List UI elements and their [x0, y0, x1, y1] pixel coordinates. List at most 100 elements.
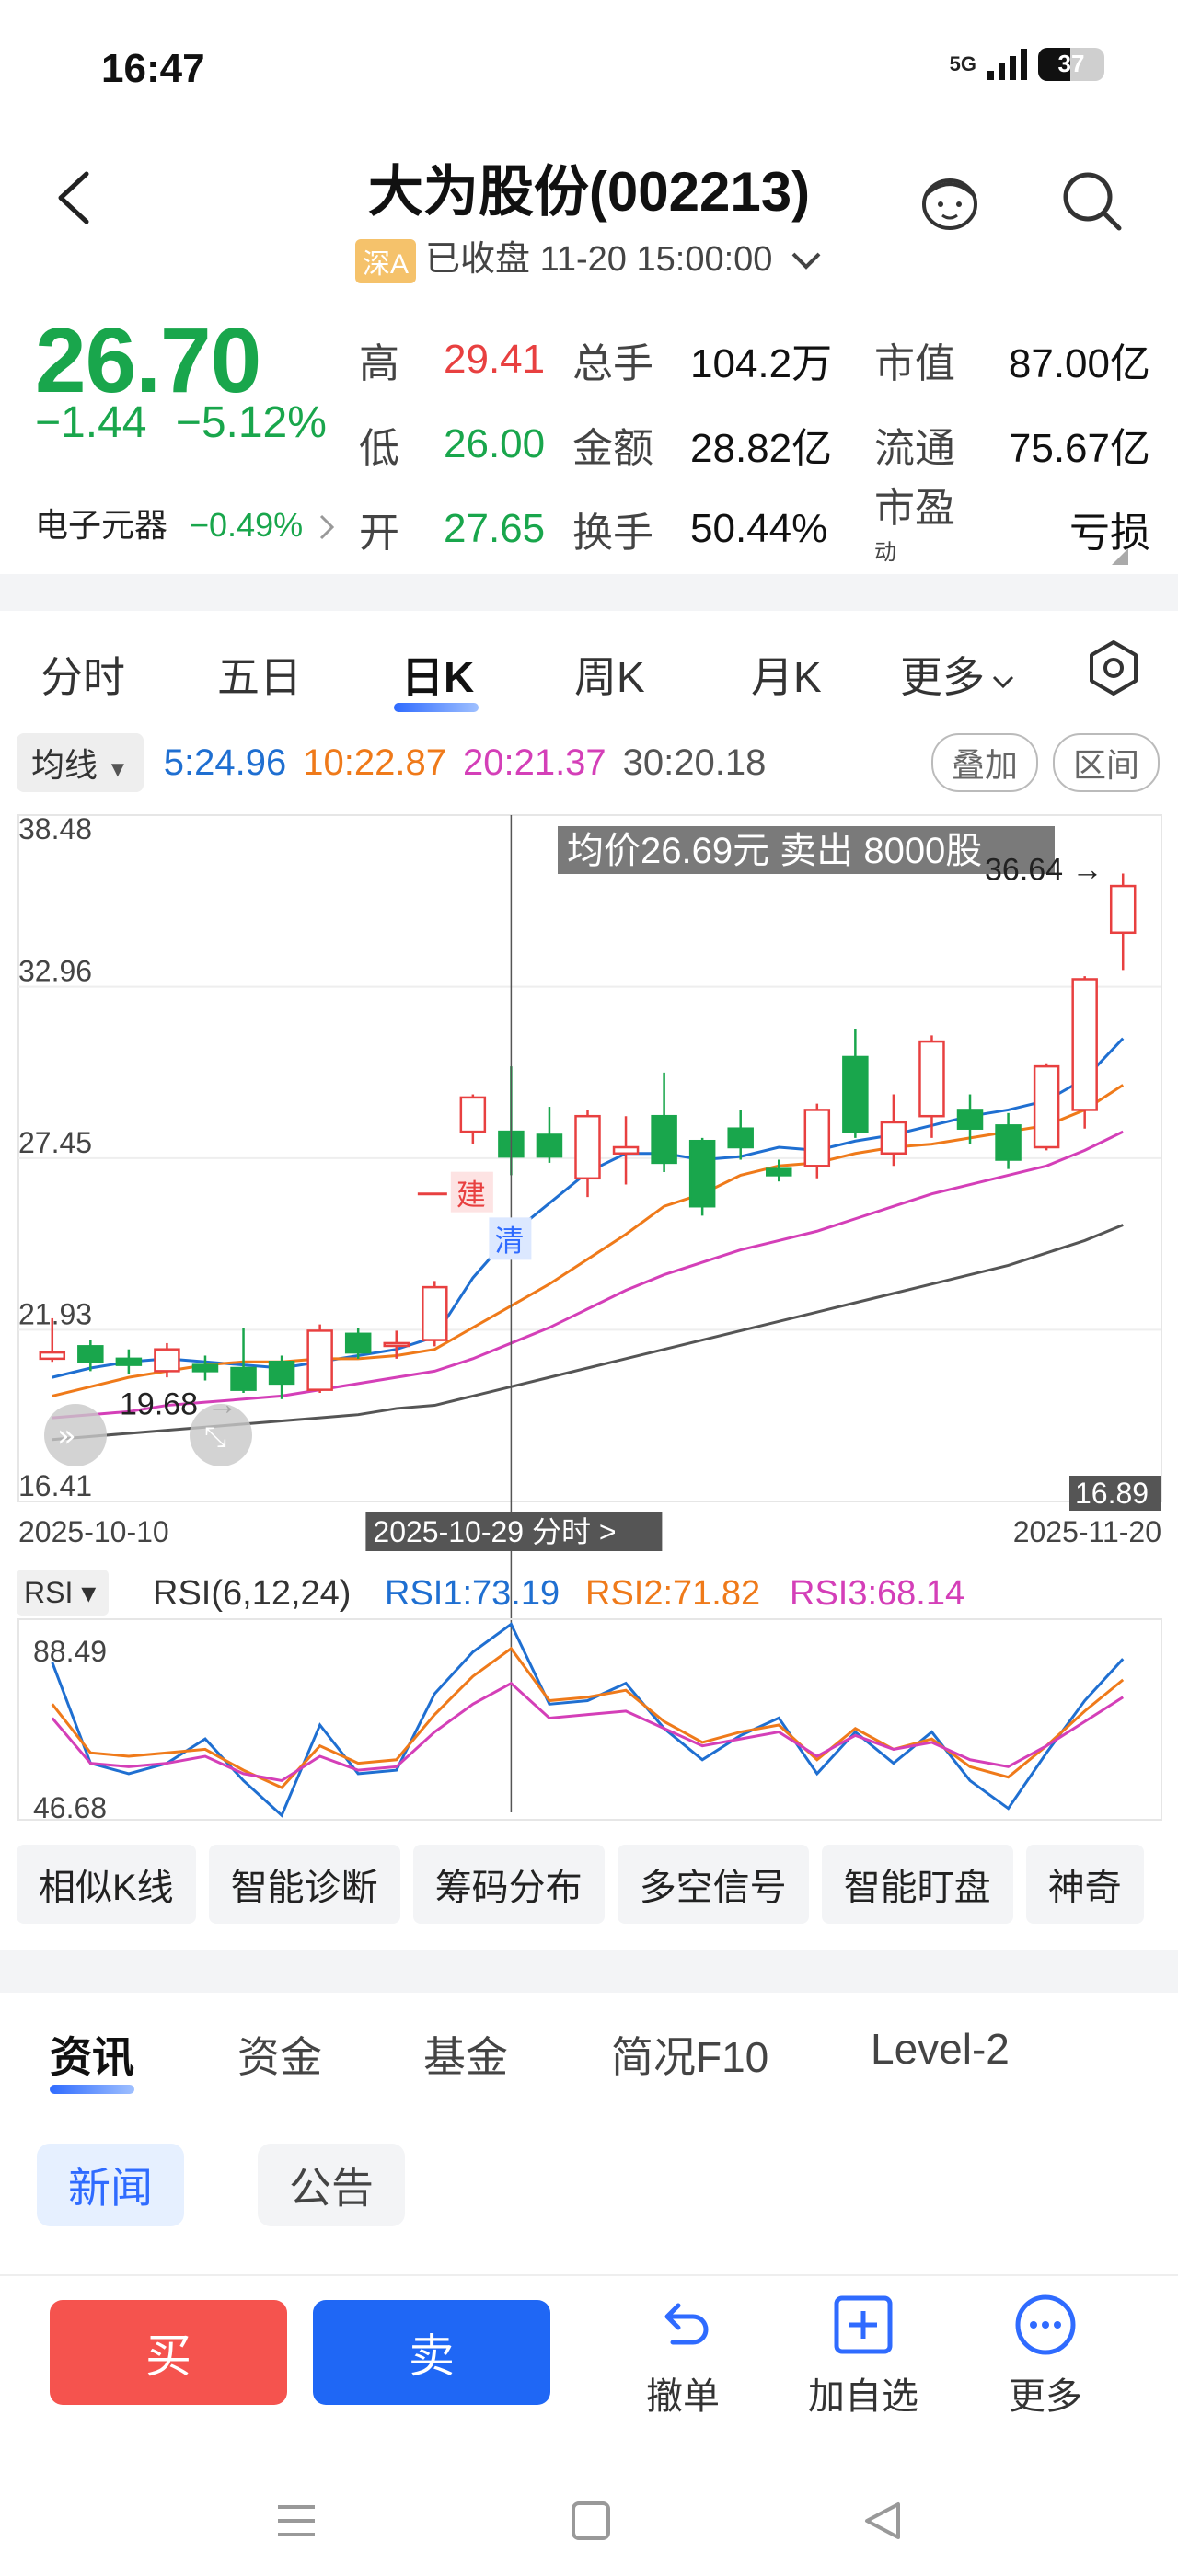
tooltip-text: 均价26.69元 卖出 8000股: [567, 831, 982, 871]
sell-button[interactable]: 卖: [313, 2300, 550, 2405]
resize-arrows-icon: ⤡: [204, 1421, 226, 1454]
home-icon[interactable]: [571, 2501, 611, 2541]
subtab-announcement[interactable]: 公告: [258, 2144, 405, 2226]
overlay-button[interactable]: 叠加: [930, 733, 1038, 792]
ma-line-MA5: [52, 1037, 1125, 1379]
rsi-frame: [17, 1618, 1162, 1821]
y-tick-label: 38.48: [18, 812, 92, 845]
double-chevron-icon: »: [57, 1418, 76, 1455]
clear-marker: 清: [494, 1223, 524, 1258]
stat-label: 市值: [874, 341, 955, 386]
add-watchlist-label: 加自选: [808, 2376, 918, 2417]
stat-label: 低: [359, 426, 399, 471]
ma5-value: 5:24.96: [163, 742, 287, 783]
divider: [0, 574, 1178, 611]
candle-body: [422, 1285, 448, 1341]
stat-value: 29.41: [444, 337, 546, 382]
assistant-icon[interactable]: [913, 164, 987, 237]
status-text: 已收盘 11-20 15:00:00: [425, 240, 773, 279]
candle-body: [383, 1341, 410, 1348]
chevron-down-icon: [992, 675, 1014, 689]
news-tabs: 资讯 资金 基金 简况F10 Level-2: [0, 1993, 1178, 2107]
stat-value: 26.00: [444, 421, 546, 466]
active-news-tab-indicator: [50, 2085, 134, 2094]
stat-value: 27.65: [444, 506, 546, 551]
build-marker: 建: [456, 1178, 486, 1213]
candle-body: [268, 1360, 295, 1386]
news-tab-0[interactable]: 资讯: [50, 2024, 134, 2085]
candle-body: [536, 1133, 563, 1158]
rsi-line-RSI2: [51, 1646, 1125, 1789]
add-watchlist-button[interactable]: 加自选: [799, 2293, 928, 2420]
quick-action-1[interactable]: 智能诊断: [208, 1845, 400, 1924]
quick-action-4[interactable]: 智能盯盘: [821, 1845, 1013, 1924]
candle-body: [115, 1357, 143, 1366]
candle-body: [842, 1055, 869, 1133]
range-button[interactable]: 区间: [1052, 733, 1160, 792]
stat-value: 75.67亿: [1008, 426, 1150, 471]
tab-0[interactable]: 分时: [40, 644, 125, 705]
search-icon[interactable]: [1055, 164, 1128, 237]
change-value: −1.44: [35, 398, 147, 447]
back-triangle-icon[interactable]: [861, 2501, 902, 2541]
divider: [0, 1950, 1178, 1993]
buy-button[interactable]: 买: [50, 2300, 287, 2405]
candle-body: [344, 1332, 372, 1354]
stat-label: 高: [359, 341, 399, 386]
tab-4[interactable]: 月K: [751, 644, 822, 705]
news-tab-2[interactable]: 基金: [423, 2024, 508, 2085]
candle-body: [574, 1114, 601, 1180]
stats-row: 开 27.65 换手 50.44% 市盈动 亏损: [359, 486, 1150, 571]
news-tab-1[interactable]: 资金: [237, 2024, 322, 2085]
stat-label: 总手: [572, 341, 653, 386]
quick-action-2[interactable]: 筹码分布: [412, 1845, 605, 1924]
ma-selector-label: 均线: [31, 746, 98, 784]
candle-body: [995, 1124, 1022, 1161]
kline-chart[interactable]: 38.48 32.96 27.45 21.93 16.41 均价26.69元 卖出 800…: [0, 800, 1178, 1831]
ma30-value: 30:20.18: [622, 742, 767, 783]
tab-2[interactable]: 日K: [401, 644, 474, 705]
subtab-news[interactable]: 新闻: [37, 2144, 184, 2226]
candle-body: [154, 1348, 180, 1373]
news-tab-4[interactable]: Level-2: [871, 2024, 1010, 2074]
candle-body: [1033, 1064, 1060, 1149]
rsi3-value: RSI3:68.14: [790, 1574, 964, 1613]
y-tick-label: 27.45: [18, 1126, 92, 1159]
cancel-order-button[interactable]: 撤单: [618, 2293, 747, 2420]
ma-selector[interactable]: 均线 ▼: [17, 733, 144, 792]
news-tab-3[interactable]: 简况F10: [611, 2024, 768, 2085]
chevron-right-icon: [320, 515, 335, 540]
menu-icon[interactable]: [276, 2502, 317, 2539]
more-button[interactable]: 更多: [981, 2293, 1110, 2420]
quote-stats: 高 29.41 总手 104.2万 市值 87.00亿低 26.00 金额 28.82亿 流通 75…: [359, 317, 1150, 571]
stock-title: 大为股份(002213): [367, 161, 811, 223]
status-time: 16:47: [101, 46, 205, 91]
tab-1[interactable]: 五日: [217, 644, 302, 705]
candle-body: [688, 1139, 716, 1208]
x-start-label: 2025-10-10: [18, 1515, 169, 1548]
candle-body: [612, 1145, 640, 1156]
active-tab-indicator: [394, 703, 479, 712]
high-price-label: 36.64 →: [985, 852, 1103, 887]
tab-5[interactable]: 更多: [900, 644, 1016, 705]
y-tick-label: 21.93: [18, 1297, 92, 1330]
stat-label: 开: [359, 511, 399, 556]
x-end-label: 2025-11-20: [1013, 1515, 1161, 1548]
min-label: 16.89: [1075, 1477, 1149, 1510]
quick-action-5[interactable]: 神奇: [1025, 1845, 1144, 1924]
settings-hexagon-icon[interactable]: [1084, 638, 1143, 697]
candle-body: [39, 1351, 66, 1361]
rsi2-value: RSI2:71.82: [585, 1574, 760, 1613]
corner-indicator-icon: [1112, 548, 1128, 565]
sector-link[interactable]: 电子元器 −0.49%: [35, 499, 336, 546]
candle-body: [766, 1167, 792, 1177]
market-status[interactable]: 深A 已收盘 11-20 15:00:00: [0, 230, 1178, 283]
battery-icon: 37: [1038, 48, 1104, 81]
quick-action-3[interactable]: 多空信号: [617, 1845, 809, 1924]
status-icons: 5G 37: [950, 48, 1104, 81]
period-tabs: 分时 五日 日K 周K 月K 更多: [0, 611, 1178, 725]
more-label: 更多: [1009, 2376, 1082, 2417]
quick-action-0[interactable]: 相似K线: [17, 1845, 196, 1924]
tab-3[interactable]: 周K: [574, 644, 645, 705]
stat-value: 104.2万: [690, 341, 833, 386]
